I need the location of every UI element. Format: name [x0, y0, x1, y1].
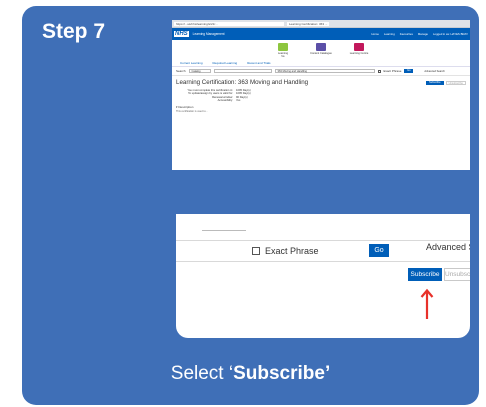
browser-url: https://...uk/nhs/learning/s/21/... — [174, 21, 284, 26]
caption-prefix: Select ‘ — [170, 363, 234, 384]
search-in-select[interactable]: Catalog — [188, 69, 211, 73]
nav-learning[interactable]: Learning — [384, 32, 395, 36]
search-input[interactable]: 363 Moving and Handling — [274, 69, 375, 73]
dashboard-tiles: Learning Me Content Catalogue Learning C… — [172, 43, 470, 58]
caption: Select ‘Subscribe’ — [22, 363, 479, 385]
header-nav: Home Learning Favourites Manage Logged i… — [371, 32, 468, 36]
tab-current-learning[interactable]: Current Learning — [180, 61, 203, 65]
advanced-search-link[interactable]: Advanced Search — [424, 70, 444, 73]
nav-manage[interactable]: Manage — [418, 32, 428, 36]
zoomed-screenshot: Exact Phrase Go Advanced Search Subscrib… — [176, 214, 470, 338]
exact-phrase-label: Exact Phrase — [383, 69, 402, 73]
divider — [202, 230, 246, 231]
browser-bar: https://...uk/nhs/learning/s/21/... Lear… — [172, 20, 470, 28]
advanced-search-zoom[interactable]: Advanced Search — [426, 242, 470, 252]
site-header: NHS Learning Management Home Learning Fa… — [172, 28, 470, 40]
logged-in-user: Logged in as: HAYES BRAY — [432, 32, 468, 36]
exact-phrase-checkbox-zoom[interactable] — [252, 247, 260, 255]
site-title: Learning Management — [192, 32, 225, 36]
browser-tab: Learning Certification: 363 ... — [287, 21, 330, 26]
description-text: This certification is used to... — [176, 109, 208, 113]
subscribe-button[interactable]: Subscribe — [408, 268, 442, 281]
instruction-slide: Step 7 https://...uk/nhs/learning/s/21/.… — [22, 6, 479, 405]
subscribe-button-small[interactable]: Subscribe — [426, 80, 444, 85]
arrow-up-icon — [420, 288, 434, 319]
learning-icon — [278, 43, 288, 51]
tile-learning[interactable]: Learning Me — [270, 43, 296, 58]
zoom-search-row: Exact Phrase Go Advanced Search — [176, 240, 470, 262]
search-scope-input[interactable] — [213, 69, 272, 73]
nhs-logo: NHS — [174, 31, 189, 37]
unsubscribe-button-small: Unsubscribe — [445, 80, 466, 85]
tile-learning-centre[interactable]: Learning Centre — [346, 43, 372, 58]
tab-required-learning[interactable]: Required Learning — [213, 61, 238, 65]
page-title: Learning Certification: 363 Moving and H… — [176, 79, 309, 86]
search-bar: Search Catalog 363 Moving and Handling E… — [172, 67, 470, 76]
nav-home[interactable]: Home — [371, 32, 378, 36]
tile-content-catalogue[interactable]: Content Catalogue — [308, 43, 334, 58]
certification-details: You must complete this certification in:… — [172, 87, 470, 103]
caption-bold: Subscribe’ — [233, 363, 331, 384]
search-in-label: Search — [176, 69, 186, 73]
exact-phrase-label-zoom: Exact Phrase — [265, 246, 319, 256]
certification-page-screenshot: https://...uk/nhs/learning/s/21/... Lear… — [172, 20, 470, 170]
go-button-zoom[interactable]: Go — [369, 244, 389, 257]
go-button[interactable]: Go — [404, 69, 414, 73]
nav-favourites[interactable]: Favourites — [400, 32, 413, 36]
tab-recent-trials[interactable]: Recent and Trials — [247, 61, 270, 65]
learning-centre-icon — [354, 43, 364, 51]
exact-phrase-checkbox[interactable] — [377, 69, 381, 73]
catalogue-icon — [316, 43, 326, 51]
step-title: Step 7 — [42, 20, 106, 43]
unsubscribe-button: Unsubscribe — [444, 268, 470, 281]
title-row: Learning Certification: 363 Moving and H… — [172, 76, 470, 87]
